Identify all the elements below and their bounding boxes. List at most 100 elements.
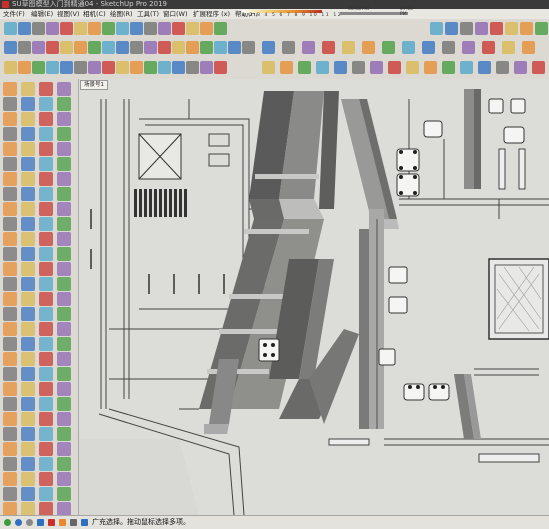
wireframe-icon[interactable] xyxy=(144,61,157,74)
dimension-icon[interactable] xyxy=(3,367,17,381)
look-around-icon[interactable] xyxy=(3,172,17,186)
rotate-icon[interactable] xyxy=(39,337,53,351)
section-icon[interactable] xyxy=(21,487,35,501)
section-icon[interactable] xyxy=(242,41,255,54)
rotate-icon[interactable] xyxy=(39,112,53,126)
protractor-icon[interactable] xyxy=(21,472,35,486)
axes-icon[interactable] xyxy=(39,367,53,381)
orbit-icon[interactable] xyxy=(39,262,53,276)
pan-icon[interactable] xyxy=(21,157,35,171)
textured-icon[interactable] xyxy=(186,61,199,74)
scale-icon[interactable] xyxy=(21,232,35,246)
home-icon[interactable] xyxy=(32,61,45,74)
sandbox-icon[interactable] xyxy=(39,397,53,411)
redo-icon[interactable] xyxy=(505,22,518,35)
zoom-icon[interactable] xyxy=(39,382,53,396)
left-view-icon[interactable] xyxy=(116,61,129,74)
walk-icon[interactable] xyxy=(21,277,35,291)
open-icon[interactable] xyxy=(18,22,31,35)
erase-icon[interactable] xyxy=(116,22,129,35)
geo-location-icon[interactable] xyxy=(4,519,11,526)
line-icon[interactable] xyxy=(60,41,73,54)
print-icon[interactable] xyxy=(46,22,59,35)
orbit-icon[interactable] xyxy=(144,22,157,35)
model-viewport[interactable] xyxy=(79,79,549,515)
fog-icon[interactable] xyxy=(532,61,545,74)
textured-icon[interactable] xyxy=(496,61,509,74)
select-icon[interactable] xyxy=(3,82,17,96)
menu-tools[interactable]: 工具(T) xyxy=(137,9,159,19)
pan-icon[interactable] xyxy=(57,487,71,501)
rectangle-icon[interactable] xyxy=(382,41,395,54)
copy-icon[interactable] xyxy=(535,22,548,35)
zoom-window-icon[interactable] xyxy=(186,22,199,35)
component-icon[interactable] xyxy=(18,41,31,54)
top-view-icon[interactable] xyxy=(60,61,73,74)
menu-edit[interactable]: 编辑(E) xyxy=(31,9,53,19)
menu-view[interactable]: 视图(V) xyxy=(57,9,80,19)
text-icon[interactable] xyxy=(214,41,227,54)
follow-me-icon[interactable] xyxy=(57,457,71,471)
help-icon[interactable] xyxy=(37,519,44,526)
eraser-icon[interactable] xyxy=(57,187,71,201)
walk-icon[interactable] xyxy=(21,502,35,516)
look-around-icon[interactable] xyxy=(39,502,53,516)
user-icon[interactable] xyxy=(26,519,33,526)
offset-icon[interactable] xyxy=(39,457,53,471)
warehouse-icon[interactable] xyxy=(4,61,17,74)
rotate-icon[interactable] xyxy=(144,41,157,54)
axes-icon[interactable] xyxy=(3,262,17,276)
zoom-icon[interactable] xyxy=(39,157,53,171)
menu-camera[interactable]: 相机(C) xyxy=(83,9,106,19)
layer-icon[interactable] xyxy=(280,61,293,74)
monochrome-icon[interactable] xyxy=(514,61,527,74)
arc-icon[interactable] xyxy=(74,41,87,54)
cut-icon[interactable] xyxy=(520,22,533,35)
rectangle-icon[interactable] xyxy=(57,427,71,441)
open-icon[interactable] xyxy=(445,22,458,35)
layer-icon[interactable] xyxy=(21,412,35,426)
left-view-icon[interactable] xyxy=(406,61,419,74)
rectangle-icon[interactable] xyxy=(88,41,101,54)
tape-icon[interactable] xyxy=(39,352,53,366)
shaded-icon[interactable] xyxy=(478,61,491,74)
orbit-icon[interactable] xyxy=(3,157,17,171)
circle-icon[interactable] xyxy=(102,41,115,54)
eraser-icon[interactable] xyxy=(21,307,35,321)
zoom-icon[interactable] xyxy=(172,22,185,35)
iso-view-icon[interactable] xyxy=(316,61,329,74)
protractor-icon[interactable] xyxy=(21,247,35,261)
circle-icon[interactable] xyxy=(39,97,53,111)
record-icon[interactable] xyxy=(48,519,55,526)
eraser-icon[interactable] xyxy=(322,41,335,54)
menu-extensions[interactable]: 扩展程序 (x) xyxy=(193,9,230,19)
undo-icon[interactable] xyxy=(60,22,73,35)
follow-me-icon[interactable] xyxy=(57,232,71,246)
shadow-time-slider[interactable] xyxy=(340,12,408,15)
line-icon[interactable] xyxy=(21,202,35,216)
extension-icon[interactable] xyxy=(57,397,71,411)
text-icon[interactable] xyxy=(21,142,35,156)
text-icon[interactable] xyxy=(57,247,71,261)
arc-icon[interactable] xyxy=(362,41,375,54)
text-icon[interactable] xyxy=(57,472,71,486)
walk-icon[interactable] xyxy=(57,157,71,171)
scale-icon[interactable] xyxy=(482,41,495,54)
circle-icon[interactable] xyxy=(402,41,415,54)
camera-icon[interactable] xyxy=(130,22,143,35)
zoom-icon[interactable] xyxy=(3,502,17,516)
extension-icon[interactable] xyxy=(21,292,35,306)
offset-icon[interactable] xyxy=(502,41,515,54)
menu-window[interactable]: 窗口(W) xyxy=(163,9,188,19)
protractor-icon[interactable] xyxy=(57,127,71,141)
look-around-icon[interactable] xyxy=(39,277,53,291)
component-icon[interactable] xyxy=(39,292,53,306)
dimension-icon[interactable] xyxy=(3,142,17,156)
previous-view-icon[interactable] xyxy=(214,22,227,35)
scale-icon[interactable] xyxy=(57,112,71,126)
offset-icon[interactable] xyxy=(172,41,185,54)
arc-icon[interactable] xyxy=(39,427,53,441)
rectangle-icon[interactable] xyxy=(57,202,71,216)
dimension-icon[interactable] xyxy=(39,247,53,261)
move-icon[interactable] xyxy=(21,337,35,351)
